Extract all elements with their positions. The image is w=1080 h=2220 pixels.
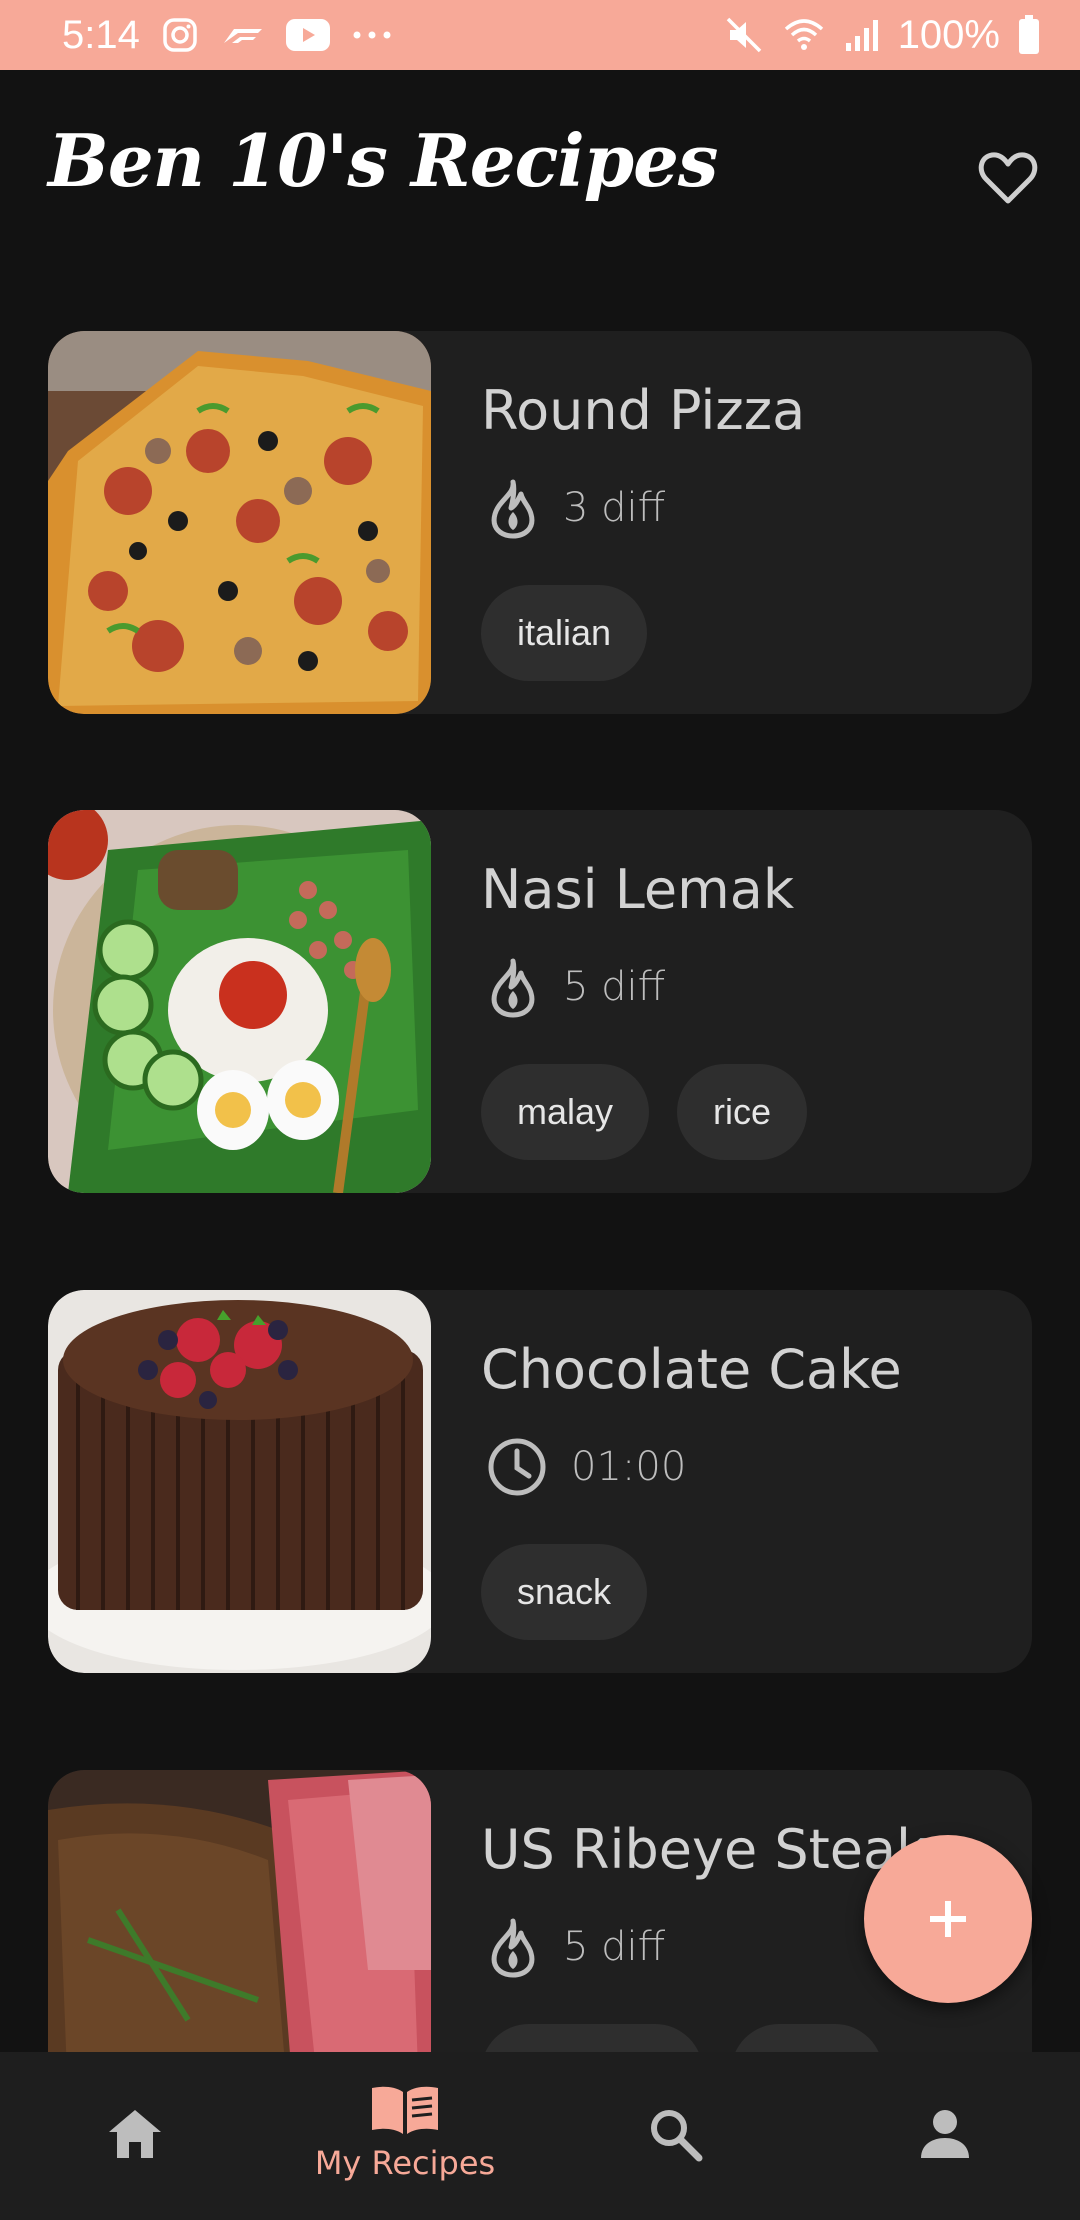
recipe-duration: 01:00 — [485, 1435, 686, 1499]
nav-search[interactable] — [540, 2052, 810, 2220]
recipe-difficulty: 3 diff — [485, 476, 665, 540]
recipe-card[interactable]: Nasi Lemak 5 diff malay rice — [48, 810, 1032, 1193]
recipe-image-nasi-lemak — [48, 810, 431, 1193]
f1-icon — [220, 23, 264, 47]
tag-chip[interactable]: rice — [677, 1064, 808, 1160]
recipe-title: Round Pizza — [481, 379, 806, 442]
nav-profile[interactable] — [810, 2052, 1080, 2220]
status-time: 5:14 — [62, 12, 140, 57]
nav-home[interactable] — [0, 2052, 270, 2220]
recipe-meta: 3 diff — [563, 485, 666, 531]
wifi-icon — [782, 15, 826, 55]
nav-my-recipes[interactable]: My Recipes — [270, 2052, 540, 2220]
signal-icon — [844, 17, 880, 53]
mute-icon — [724, 15, 764, 55]
nav-my-recipes-label: My Recipes — [314, 2144, 496, 2182]
heart-outline-icon — [978, 152, 1038, 204]
recipe-meta: 5 diff — [563, 1924, 666, 1970]
recipe-title: US Ribeye Steak — [481, 1818, 928, 1881]
recipe-title: Nasi Lemak — [481, 858, 795, 921]
recipe-image-ribeye-steak — [48, 1770, 431, 2100]
recipe-difficulty: 5 diff — [485, 1915, 665, 1979]
favorites-button[interactable] — [976, 145, 1040, 209]
tag-chip[interactable]: snack — [481, 1544, 648, 1640]
person-icon — [921, 2110, 969, 2158]
search-icon — [651, 2110, 703, 2162]
recipe-tags: italian — [481, 585, 648, 681]
add-recipe-button[interactable] — [864, 1835, 1032, 2003]
recipe-card[interactable]: Round Pizza 3 diff italian — [48, 331, 1032, 714]
recipe-difficulty: 5 diff — [485, 955, 665, 1019]
recipe-tags: snack — [481, 1544, 648, 1640]
flame-icon — [491, 1918, 535, 1978]
battery-percent: 100% — [897, 12, 1000, 57]
plus-icon — [930, 1901, 966, 1937]
recipe-tags: malay rice — [481, 1064, 808, 1160]
bottom-nav: My Recipes — [0, 2052, 1080, 2220]
recipe-card[interactable]: Chocolate Cake 01:00 snack — [48, 1290, 1032, 1673]
flame-icon — [491, 479, 535, 539]
flame-icon — [491, 958, 535, 1018]
recipe-image-pizza — [48, 331, 431, 714]
recipe-image-chocolate-cake — [48, 1290, 431, 1673]
status-bar: 5:14 100% — [0, 0, 1080, 70]
tag-chip[interactable]: italian — [481, 585, 648, 681]
youtube-icon — [285, 19, 330, 51]
home-icon — [109, 2110, 161, 2158]
instagram-icon — [162, 17, 198, 53]
page-title: Ben 10's Recipes — [48, 118, 718, 203]
more-notifications-icon — [352, 30, 392, 40]
recipe-title: Chocolate Cake — [481, 1338, 902, 1401]
battery-icon — [1018, 15, 1040, 55]
clock-icon — [488, 1438, 546, 1496]
recipe-meta: 5 diff — [563, 964, 666, 1010]
recipe-meta: 01:00 — [571, 1444, 687, 1490]
tag-chip[interactable]: malay — [481, 1064, 650, 1160]
book-icon — [372, 2086, 438, 2134]
